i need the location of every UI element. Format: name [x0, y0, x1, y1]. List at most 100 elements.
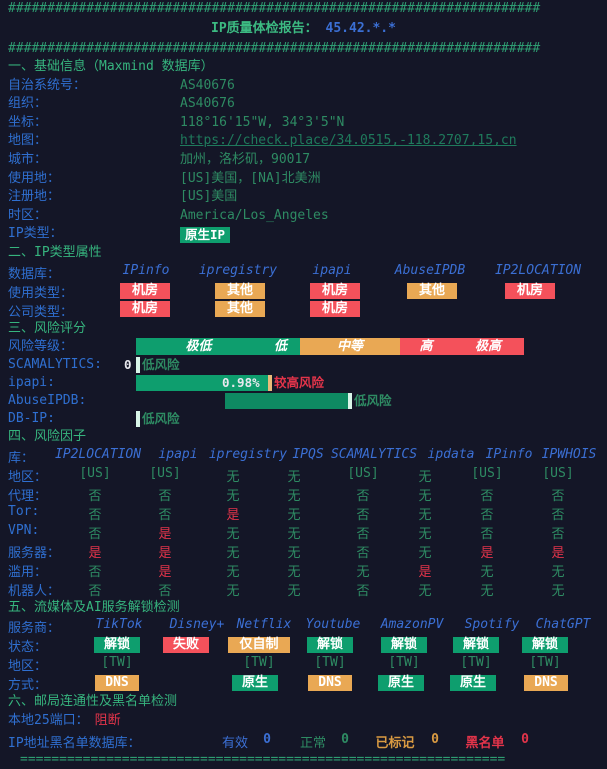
region-scamalytics: [US]	[347, 465, 379, 481]
method-tiktok: DNS	[95, 675, 139, 692]
blacklist-flagged-count: 0	[431, 731, 439, 747]
table-row: 服务器： 是 是 无 无 否 无 是 是	[0, 542, 607, 561]
status-tiktok: 解锁	[94, 637, 140, 654]
provider-amazonpv: AmazonPV	[380, 617, 444, 633]
usage-type-ip2location: 机房	[505, 282, 555, 299]
legend-very-low: 极低	[136, 338, 261, 356]
map-link[interactable]: https://check.place/34.0515,-118.2707,15…	[180, 132, 517, 151]
page-title-ip: 45.42.*.*	[325, 21, 396, 36]
vpn-ipwhois: 否	[551, 526, 565, 542]
abuse-ipwhois: 无	[551, 564, 565, 580]
value-org: AS40676	[180, 96, 235, 112]
proxy-ipdata: 无	[418, 488, 432, 504]
legend-very-high: 极高	[452, 338, 524, 356]
blacklist-listed-count: 0	[521, 731, 529, 747]
label-map: 地图：	[8, 133, 48, 149]
blacklist-valid-count: 0	[263, 731, 271, 747]
label-usage-type: 使用类型：	[8, 285, 74, 301]
row-timezone: 时区： America/Los_Angeles	[0, 207, 607, 226]
company-type-ipinfo: 机房	[120, 300, 170, 317]
abuse-ipapi: 是	[158, 564, 172, 580]
table-row: Tor: 否 否 是 无 否 无 否 否	[0, 504, 607, 523]
stream-region-tiktok: [TW]	[101, 655, 133, 671]
status-amazonpv: 解锁	[381, 637, 427, 654]
legend-high: 高	[400, 338, 452, 356]
status-spotify: 解锁	[453, 637, 499, 654]
equals-divider: ========================================…	[20, 751, 506, 767]
ip-quality-report: ########################################…	[0, 0, 607, 767]
usage-type-ipregistry: 其他	[215, 282, 265, 299]
bot-ipapi: 否	[158, 583, 172, 599]
vpn-ipinfo: 否	[480, 526, 494, 542]
risk-row-abuseipdb: AbuseIPDB: 低风险	[0, 392, 607, 410]
stream-region-youtube: [TW]	[314, 655, 346, 671]
proxy-ipapi: 否	[158, 488, 172, 504]
vpn-scamalytics: 否	[356, 526, 370, 542]
section3-heading-text: 三、风险评分	[8, 320, 87, 336]
region-ipwhois: [US]	[542, 465, 574, 481]
usage-type-abuseipdb: 其他	[407, 282, 457, 299]
tor-ipapi: 否	[158, 507, 172, 523]
region-ip2location: [US]	[79, 465, 111, 481]
section4-heading: 四、风险因子	[0, 428, 607, 447]
value-registered-location: [US]美国	[180, 189, 238, 205]
label-dbip: DB-IP:	[8, 411, 55, 427]
section6-heading: 六、邮局连通性及黑名单检测	[0, 693, 607, 712]
usage-type-ipapi: 机房	[310, 282, 360, 299]
proxy-ipregistry: 无	[226, 488, 240, 504]
provider-spotify: Spotify	[464, 617, 520, 633]
section6-heading-text: 六、邮局连通性及黑名单检测	[8, 694, 178, 710]
provider-tiktok: TikTok	[95, 617, 143, 633]
risk-row-scamalytics: SCAMALYTICS: 0 低风险	[0, 356, 607, 374]
db-header-abuseipdb: AbuseIPDB	[394, 262, 466, 278]
server-ipqs: 无	[287, 545, 301, 561]
table-row: VPN: 否 是 无 无 否 无 否 否	[0, 523, 607, 542]
section5-region-row: 地区： [TW] [TW] [TW] [TW] [TW] [TW]	[0, 655, 607, 674]
provider-chatgpt: ChatGPT	[535, 617, 591, 633]
abuse-ipregistry: 无	[226, 564, 240, 580]
table-row: 代理： 否 否 无 无 否 无 否 否	[0, 485, 607, 504]
label-timezone: 时区：	[8, 207, 48, 223]
label-city: 城市：	[8, 151, 48, 167]
verdict-scamalytics: 低风险	[142, 357, 180, 373]
section2-heading-text: 二、IP类型属性	[8, 244, 102, 260]
tor-ipqs: 无	[287, 507, 301, 523]
stream-region-amazonpv: [TW]	[388, 655, 420, 671]
tor-ipdata: 无	[418, 507, 432, 523]
page-title-label: IP质量体检报告：	[211, 21, 318, 36]
section4-heading-text: 四、风险因子	[8, 429, 87, 445]
label-coordinates: 坐标：	[8, 114, 48, 130]
db-header-ipapi: ipapi	[312, 262, 352, 278]
section5-heading: 五、流媒体及AI服务解锁检测	[0, 599, 607, 618]
blacklist-normal-label: 正常	[299, 735, 326, 751]
rf-header-ipwhois: IPWHOIS	[541, 446, 597, 462]
server-ipapi: 是	[158, 545, 172, 561]
vpn-ipregistry: 无	[226, 526, 240, 542]
label-org: 组织：	[8, 96, 48, 112]
tor-scamalytics: 否	[356, 507, 370, 523]
score-ipapi: 0.98%	[222, 375, 260, 391]
section5-provider-header: 服务商： TikTok Disney+ Netflix Youtube Amaz…	[0, 617, 607, 636]
abuse-scamalytics: 无	[356, 564, 370, 580]
label-status: 状态：	[8, 640, 48, 656]
status-disney: 失败	[163, 637, 209, 654]
region-ipinfo: [US]	[471, 465, 503, 481]
server-ipregistry: 无	[226, 545, 240, 561]
method-spotify: 原生	[450, 675, 496, 692]
hash-divider-bottom: ########################################…	[8, 41, 541, 56]
method-netflix: 原生	[232, 675, 278, 692]
region-ipqs: 无	[287, 469, 301, 485]
method-chatgpt: DNS	[524, 675, 568, 692]
vpn-ipapi: 是	[158, 526, 172, 542]
abuse-ipdata: 是	[418, 564, 432, 580]
company-type-ipregistry: 其他	[215, 300, 265, 317]
risk-row-ipapi: ipapi: 0.98% 较高风险	[0, 374, 607, 392]
table-row: 滥用： 否 是 无 无 无 是 无 无	[0, 561, 607, 580]
status-netflix: 仅自制	[228, 637, 290, 654]
section4-db-header: 库： IP2LOCATION ipapi ipregistry IPQS SCA…	[0, 447, 607, 466]
vpn-ipqs: 无	[287, 526, 301, 542]
row-blacklist: IP地址黑名单数据库： 有效 0 正常 0 已标记 0 黑名单 0	[0, 731, 607, 751]
row-usage-location: 使用地： [US]美国，[NA]北美洲	[0, 170, 607, 189]
section5-method-row: 方式： DNS 原生 DNS 原生 原生 DNS	[0, 674, 607, 693]
server-ip2location: 是	[88, 545, 102, 561]
